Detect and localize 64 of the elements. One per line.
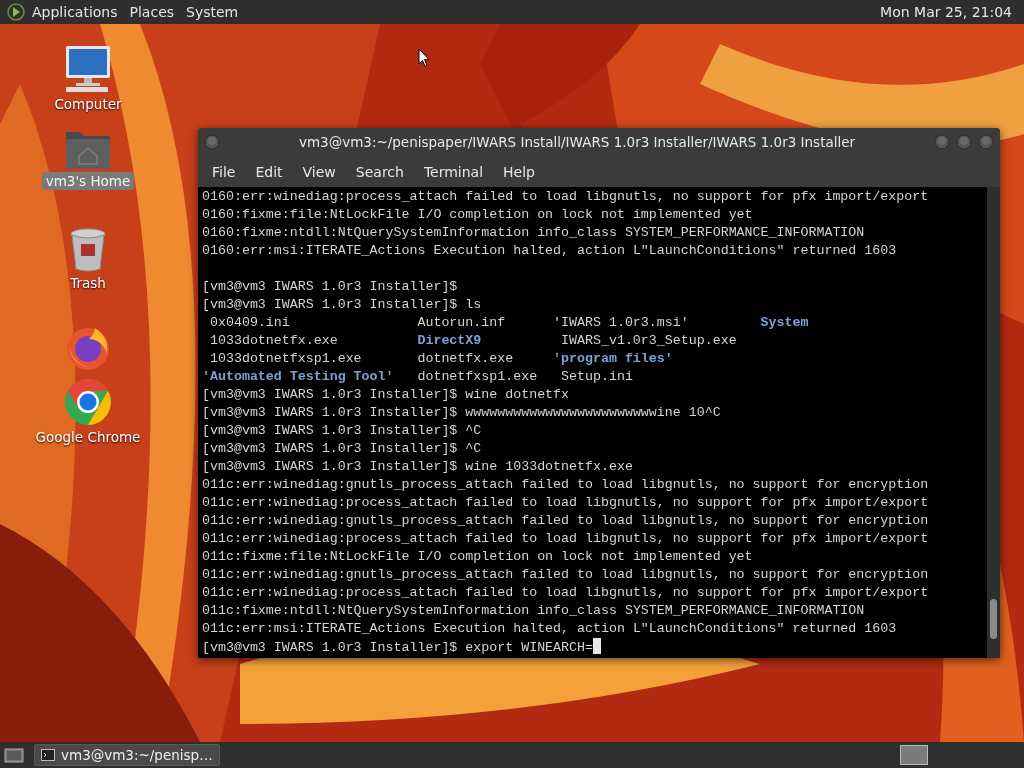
panel-menu[interactable]: System: [180, 0, 245, 24]
desktop-icon-label[interactable]: Google Chrome: [31, 428, 145, 446]
terminal-line: [vm3@vm3 IWARS 1.0r3 Installer]$ wwwwwwwwwwwwwwwwwwwwwwwwine 10^C: [202, 405, 721, 420]
terminal-line: 011c:err:winediag:gnutls_process_attach failed to load libgnutls, no support for encryption: [202, 477, 929, 492]
file-name: dotnetfx.exe: [417, 350, 515, 368]
terminal-line: 011c:err:winediag:gnutls_process_attach failed to load libgnutls, no support for encryption: [202, 513, 929, 528]
workspace-switcher[interactable]: [900, 745, 928, 765]
terminal-line: 0160:err:msi:ITERATE_Actions Execution halted, action L"LaunchConditions" returned 1603: [202, 243, 897, 258]
terminal-line: [vm3@vm3 IWARS 1.0r3 Installer]$ export WINEARCH=: [202, 640, 593, 655]
file-name: dotnetfxsp1.exe: [417, 368, 539, 386]
window-title: vm3@vm3:~/penispaper/IWARS Install/IWARS 1.0r3 Installer/IWARS 1.0r3 Installer: [297, 134, 857, 150]
panel-menu[interactable]: Places: [123, 0, 181, 24]
terminal-line: 011c:err:winediag:process_attach failed to load libgnutls, no support for pfx import/export: [202, 495, 929, 510]
file-name: IWARS_v1.0r3_Setup.exe: [560, 332, 738, 350]
file-name: 1033dotnetfx.exe: [208, 332, 339, 350]
taskbar-button[interactable]: vm3@vm3:~/penisp…: [34, 744, 220, 766]
maximize-button-icon[interactable]: [956, 134, 972, 150]
folder-name: System: [760, 314, 810, 332]
menu-item[interactable]: Terminal: [413, 157, 494, 186]
terminal-line: [vm3@vm3 IWARS 1.0r3 Installer]$ wine dotnetfx: [202, 387, 570, 402]
trash-icon[interactable]: [69, 228, 107, 272]
file-name: Autorun.inf: [417, 314, 507, 332]
window-menu-icon[interactable]: [204, 134, 220, 150]
folder-name: 'program files': [553, 350, 674, 368]
terminal-line: 011c:err:winediag:process_attach failed to load libgnutls, no support for pfx import/export: [202, 531, 929, 546]
terminal-line: [vm3@vm3 IWARS 1.0r3 Installer]$ ^C: [202, 423, 482, 438]
close-icon[interactable]: [978, 134, 994, 150]
terminal-line: 011c:fixme:ntdll:NtQuerySystemInformation info_class SYSTEM_PERFORMANCE_INFORMATION: [202, 603, 865, 618]
terminal-line: 0160:fixme:ntdll:NtQuerySystemInformation info_class SYSTEM_PERFORMANCE_INFORMATION: [202, 225, 865, 240]
menu-item[interactable]: Search: [345, 157, 414, 186]
terminal-line: 011c:fixme:file:NtLockFile I/O completion on lock not implemented yet: [202, 549, 753, 564]
terminal-line: [vm3@vm3 IWARS 1.0r3 Installer]$ wine 1033dotnetfx.exe: [202, 459, 633, 474]
menu-item[interactable]: View: [292, 157, 346, 186]
terminal-line: 0160:err:winediag:process_attach failed to load libgnutls, no support for pfx import/export: [202, 189, 929, 204]
terminal-icon: [41, 749, 55, 761]
scrollbar[interactable]: [987, 187, 1000, 658]
file-name: Setup.ini: [560, 368, 634, 386]
terminal-line: 011c:err:winediag:process_attach failed to load libgnutls, no support for pfx import/export: [202, 585, 929, 600]
terminal-line: 0160:fixme:file:NtLockFile I/O completion on lock not implemented yet: [202, 207, 753, 222]
menu-item[interactable]: File: [202, 157, 246, 186]
clock[interactable]: Mon Mar 25, 21:04: [880, 4, 1016, 20]
terminal-line: [vm3@vm3 IWARS 1.0r3 Installer]$ ls: [202, 297, 482, 312]
mouse-pointer-icon: [418, 48, 430, 68]
desktop-icon-label[interactable]: Computer: [50, 95, 126, 113]
browser-icon[interactable]: [65, 325, 111, 371]
file-name: 0x0409.ini: [208, 314, 291, 332]
menu-item[interactable]: Edit: [245, 157, 293, 186]
panel-menu[interactable]: Applications: [26, 0, 124, 24]
distro-logo-icon[interactable]: [6, 2, 26, 22]
show-desktop-icon[interactable]: [4, 746, 24, 764]
folder-name: DirectX9: [417, 332, 483, 350]
terminal-line: [vm3@vm3 IWARS 1.0r3 Installer]$: [202, 279, 458, 294]
desktop-icon-label[interactable]: vm3's Home: [41, 172, 135, 190]
terminal-line: [vm3@vm3 IWARS 1.0r3 Installer]$ ^C: [202, 441, 482, 456]
terminal-line: 011c:err:winediag:gnutls_process_attach failed to load libgnutls, no support for encryption: [202, 567, 929, 582]
browser-icon[interactable]: [64, 378, 112, 426]
file-name: 'IWARS 1.0r3.msi': [553, 314, 690, 332]
menu-item[interactable]: Help: [493, 157, 545, 186]
scrollbar-thumb[interactable]: [990, 599, 997, 639]
desktop-icon-label[interactable]: Trash: [66, 274, 110, 292]
minimize-button-icon[interactable]: [934, 134, 950, 150]
file-name: 1033dotnetfxsp1.exe: [208, 350, 363, 368]
folder-name: 'Automated Testing Tool': [202, 368, 395, 386]
terminal-line: 011c:err:msi:ITERATE_Actions Execution halted, action L"LaunchConditions" returned 1603: [202, 621, 897, 636]
